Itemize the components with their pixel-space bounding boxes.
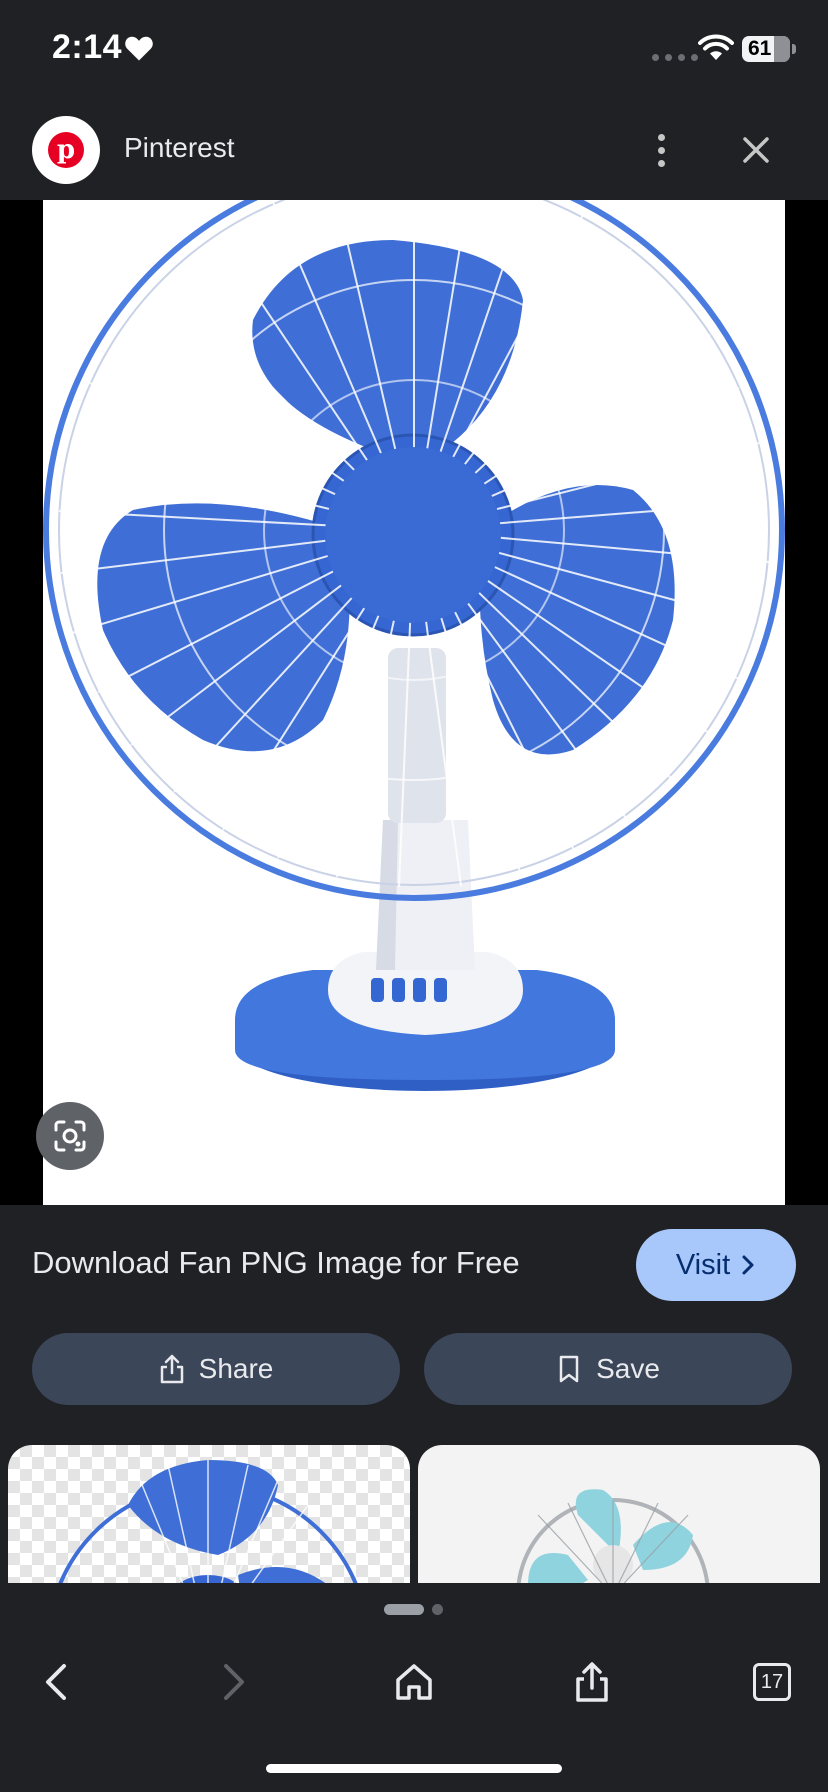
result-title: Download Fan PNG Image for Free: [32, 1245, 520, 1280]
visit-button[interactable]: Visit: [636, 1229, 796, 1301]
share-icon: [160, 1354, 183, 1384]
viewer-header: p Pinterest: [0, 100, 828, 200]
battery-icon: 61: [742, 36, 790, 62]
close-icon[interactable]: [734, 128, 778, 172]
signal-dots-icon: [652, 54, 698, 61]
page-indicator: [384, 1604, 443, 1615]
page-indicator-dot: [432, 1604, 443, 1615]
battery-tip: [792, 44, 796, 54]
google-lens-icon: [54, 1120, 86, 1152]
tabs-icon: 17: [753, 1663, 791, 1701]
status-bar: 2:14 61: [0, 0, 828, 100]
bookmark-icon: [559, 1355, 579, 1383]
image-area: [0, 200, 828, 1205]
more-options-button[interactable]: [640, 120, 682, 180]
forward-icon: [224, 1664, 244, 1700]
related-image-2[interactable]: [418, 1445, 820, 1583]
bottom-toolbar: 17: [0, 1630, 828, 1730]
chevron-right-icon: [742, 1255, 754, 1275]
share-button[interactable]: Share: [32, 1333, 400, 1405]
share-icon: [576, 1662, 608, 1702]
site-logo[interactable]: p: [32, 116, 100, 184]
related-fan-blue: [58, 1460, 358, 1583]
wifi-icon: [698, 34, 734, 60]
tabs-button[interactable]: 17: [740, 1650, 804, 1714]
heart-icon: [125, 36, 153, 61]
status-time: 2:14: [52, 28, 123, 66]
page-share-button[interactable]: [560, 1650, 624, 1714]
battery-level: 61: [748, 37, 772, 60]
save-label: Save: [596, 1353, 660, 1384]
home-button[interactable]: [382, 1650, 446, 1714]
related-image-1[interactable]: [8, 1445, 410, 1583]
home-icon: [396, 1664, 432, 1700]
site-name[interactable]: Pinterest: [124, 132, 235, 164]
back-icon: [46, 1664, 66, 1700]
related-fan-teal: [516, 1489, 710, 1583]
save-button[interactable]: Save: [424, 1333, 792, 1405]
google-lens-button[interactable]: [36, 1102, 104, 1170]
share-label: Share: [198, 1353, 274, 1384]
forward-button[interactable]: [202, 1650, 266, 1714]
back-button[interactable]: [24, 1650, 88, 1714]
result-image[interactable]: [43, 200, 785, 1205]
page-indicator-active: [384, 1604, 424, 1615]
result-title-row: Download Fan PNG Image for Free Visit: [0, 1205, 828, 1325]
pinterest-logo-icon: p: [48, 132, 84, 168]
visit-label: Visit: [675, 1248, 731, 1281]
related-images: [0, 1445, 828, 1583]
home-indicator[interactable]: [266, 1764, 562, 1773]
action-row: Share Save: [0, 1333, 828, 1405]
fan-image: [43, 200, 785, 1091]
